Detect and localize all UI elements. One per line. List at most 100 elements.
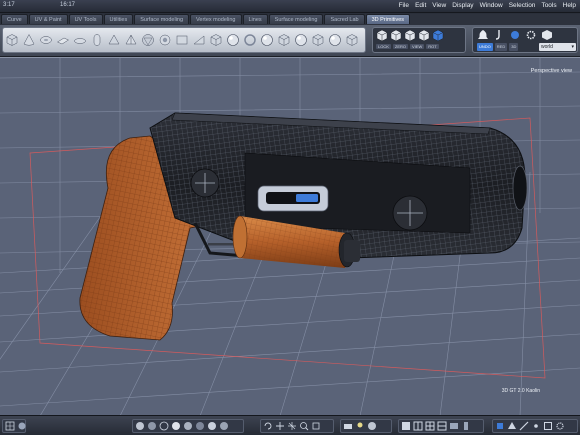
undo-chip[interactable]: UNDO — [477, 43, 493, 51]
tab-surface-modeling-2[interactable]: Surface modeling — [268, 14, 324, 24]
menu-window[interactable]: Window — [480, 2, 503, 9]
tab-curve[interactable]: Curve — [1, 14, 28, 24]
face-mode-icon[interactable] — [507, 421, 517, 431]
sphere-texture-icon[interactable] — [195, 421, 205, 431]
gear-icon[interactable] — [525, 29, 537, 41]
3d-viewport[interactable]: Perspective view 3D GT 2.0 Kaolin — [0, 57, 580, 415]
sphere-primitive-icon[interactable] — [294, 33, 308, 47]
sphere-primitive-icon[interactable] — [328, 33, 342, 47]
menu-selection[interactable]: Selection — [509, 2, 536, 9]
zoom-view-icon[interactable] — [299, 421, 309, 431]
tab-uv-tools[interactable]: UV Tools — [68, 14, 103, 24]
view-labels: LOCK ZERO VIEW ROT — [376, 44, 439, 49]
camera-icon[interactable] — [343, 421, 353, 431]
menu-edit[interactable]: Edit — [415, 2, 426, 9]
cube-primitive-icon[interactable] — [209, 33, 223, 47]
vertex-mode-icon[interactable] — [531, 421, 541, 431]
rotate-view-icon[interactable] — [263, 421, 273, 431]
sphere-render-icon[interactable] — [219, 421, 229, 431]
geosphere-primitive-icon[interactable] — [141, 33, 155, 47]
bell-icon[interactable] — [477, 29, 489, 41]
model-credit: 3D GT 2.0 Kaolin — [501, 388, 540, 394]
view-cube-icon[interactable] — [432, 29, 444, 42]
menu-tools[interactable]: Tools — [541, 2, 556, 9]
box-primitive-icon[interactable] — [175, 33, 189, 47]
torus-primitive-icon[interactable] — [39, 33, 53, 47]
tab-3d-primitives[interactable]: 3D Primitives — [365, 14, 411, 24]
coordinate-space-select[interactable]: world — [539, 43, 576, 51]
view-cube-icon[interactable] — [376, 29, 388, 42]
cube-primitive-icon[interactable] — [311, 33, 325, 47]
tab-sacred-lab[interactable]: Sacred Lab — [324, 14, 365, 24]
object-mode-icon[interactable] — [495, 421, 505, 431]
edge-mode-icon[interactable] — [519, 421, 529, 431]
view-toggle[interactable]: VIEW — [410, 44, 425, 49]
snap-icon[interactable] — [17, 421, 27, 431]
grid-icon[interactable] — [5, 421, 15, 431]
layout-quad-icon[interactable] — [425, 421, 435, 431]
sphere-flat-icon[interactable] — [171, 421, 181, 431]
tab-lines[interactable]: Lines — [242, 14, 268, 24]
tab-utilities[interactable]: Utilities — [103, 14, 134, 24]
wedge-primitive-icon[interactable] — [192, 33, 206, 47]
fit-view-icon[interactable] — [311, 421, 321, 431]
ring-primitive-icon[interactable] — [243, 33, 257, 47]
menu-view[interactable]: View — [432, 2, 446, 9]
sphere-light-icon[interactable] — [207, 421, 217, 431]
cube-primitive-icon[interactable] — [5, 33, 19, 47]
lock-toggle[interactable]: LOCK — [376, 44, 391, 49]
tool-panel: UNDO RED 3D world — [472, 27, 578, 53]
tab-surface-modeling[interactable]: Surface modeling — [134, 14, 190, 24]
toolbar: LOCK ZERO VIEW ROT UNDO RED 3D world — [0, 25, 580, 57]
status-group-4 — [340, 419, 392, 433]
zero-toggle[interactable]: ZERO — [392, 44, 409, 49]
uv-mode-icon[interactable] — [543, 421, 553, 431]
clock-left: 3:17 — [3, 2, 15, 8]
cube-icon[interactable] — [541, 29, 553, 41]
sphere-smooth-icon[interactable] — [183, 421, 193, 431]
status-bar — [0, 415, 580, 435]
rot-toggle[interactable]: ROT — [426, 44, 439, 49]
cube-primitive-icon[interactable] — [277, 33, 291, 47]
view-cube-icon[interactable] — [418, 29, 430, 42]
main-menu: File Edit View Display Window Selection … — [399, 2, 576, 9]
sphere-primitive-icon[interactable] — [226, 33, 240, 47]
view-cube-icon[interactable] — [390, 29, 402, 42]
red-chip[interactable]: RED — [494, 43, 508, 51]
sphere-primitive-icon[interactable] — [260, 33, 274, 47]
cube-primitive-icon[interactable] — [345, 33, 359, 47]
menu-help[interactable]: Help — [563, 2, 576, 9]
disc-primitive-icon[interactable] — [73, 33, 87, 47]
status-group-6 — [492, 419, 578, 433]
sphere-wire-icon[interactable] — [159, 421, 169, 431]
cone-primitive-icon[interactable] — [22, 33, 36, 47]
tab-strip: Curve UV & Paint UV Tools Utilities Surf… — [0, 14, 580, 25]
pan-view-icon[interactable] — [275, 421, 285, 431]
layout-three-icon[interactable] — [437, 421, 447, 431]
layout-split-icon[interactable] — [413, 421, 423, 431]
sphere-shaded-icon[interactable] — [147, 421, 157, 431]
layout-single-icon[interactable] — [401, 421, 411, 431]
tube-primitive-icon[interactable] — [158, 33, 172, 47]
settings-icon[interactable] — [555, 421, 565, 431]
plane-primitive-icon[interactable] — [56, 33, 70, 47]
hook-icon[interactable] — [493, 29, 505, 41]
sphere-preview-icon[interactable] — [367, 421, 377, 431]
tab-vertex-modeling[interactable]: Vertex modeling — [190, 14, 242, 24]
tab-uv-paint[interactable]: UV & Paint — [28, 14, 68, 24]
menu-display[interactable]: Display — [452, 2, 473, 9]
cylinder-primitive-icon[interactable] — [0, 33, 2, 47]
3d-chip[interactable]: 3D — [509, 43, 519, 51]
light-icon[interactable] — [355, 421, 365, 431]
view-name-label: Perspective view — [530, 68, 572, 74]
layout-tall-icon[interactable] — [461, 421, 471, 431]
prism-primitive-icon[interactable] — [107, 33, 121, 47]
move-axis-icon[interactable] — [287, 421, 297, 431]
capsule-primitive-icon[interactable] — [90, 33, 104, 47]
pyramid-primitive-icon[interactable] — [124, 33, 138, 47]
view-cube-icon[interactable] — [404, 29, 416, 42]
dot-icon[interactable] — [509, 29, 521, 41]
layout-wide-icon[interactable] — [449, 421, 459, 431]
menu-file[interactable]: File — [399, 2, 409, 9]
sphere-display-icon[interactable] — [135, 421, 145, 431]
